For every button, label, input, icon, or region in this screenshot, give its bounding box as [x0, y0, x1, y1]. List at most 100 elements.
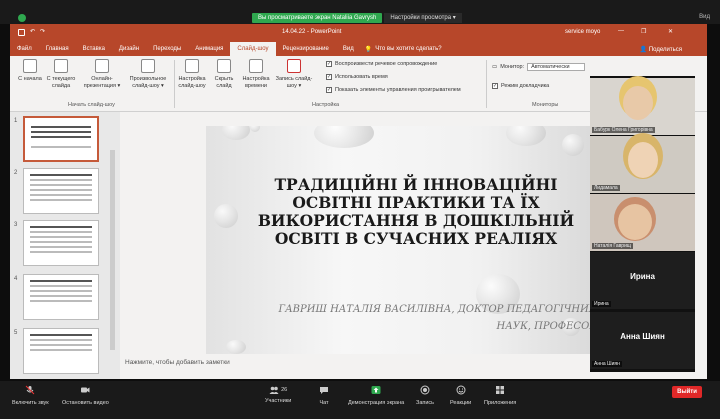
sharing-status: Вы просматриваете экран Nataliia Gavrysh	[252, 13, 383, 23]
slide-number: 2	[14, 170, 18, 176]
stop-video-button[interactable]: Остановить видео	[62, 381, 109, 406]
tell-me-input[interactable]: Что вы хотите сделать?	[375, 46, 441, 52]
thumbnail-scrollbar[interactable]	[110, 150, 115, 350]
record-slideshow-button[interactable]: Запись слайд-шоу ▾	[274, 59, 314, 90]
reactions-label: Реакции	[450, 400, 472, 406]
record-button[interactable]: Запись	[416, 381, 434, 406]
slide-thumbnail-5[interactable]	[23, 328, 99, 374]
slide-thumbnail-2[interactable]	[23, 168, 99, 214]
use-timings-checkbox[interactable]: ✓ Использовать время	[326, 74, 388, 80]
share-button[interactable]: 👤 Поделиться	[635, 46, 687, 53]
thumb-line	[30, 199, 92, 201]
water-drop-decoration	[222, 126, 250, 140]
thumb-line	[30, 189, 92, 191]
share-screen-button[interactable]: Демонстрация экрана	[348, 381, 404, 406]
thumb-line	[31, 146, 91, 148]
video-tile-2[interactable]: Лидамала	[590, 136, 695, 193]
video-tile-5[interactable]: Анна Шиян Анна Шиян	[590, 312, 695, 369]
slide-thumbnails: 1 2 3 4 5	[10, 112, 120, 379]
slide-thumbnail-4[interactable]	[23, 274, 99, 320]
thumb-line	[31, 126, 91, 128]
tab-animation[interactable]: Анимация	[188, 42, 230, 56]
tab-transitions[interactable]: Переходы	[146, 42, 188, 56]
monitor-value: Автоматически	[527, 63, 585, 71]
close-icon[interactable]: ✕	[668, 28, 673, 35]
water-drop-decoration	[506, 126, 546, 146]
video-tile-4[interactable]: Ирина Ирина	[590, 252, 695, 309]
thumb-line	[30, 184, 92, 186]
from-current-button[interactable]: С текущего слайда	[46, 59, 76, 90]
globe-icon	[95, 59, 109, 73]
tab-design[interactable]: Дизайн	[112, 42, 146, 56]
hide-slide-icon	[217, 59, 231, 73]
custom-slideshow-label: Произвольное слайд-шоу ▾	[129, 76, 167, 89]
unmute-label: Включить звук	[12, 400, 49, 406]
online-presentation-button[interactable]: Онлайн-презентация ▾	[80, 59, 124, 90]
chat-icon	[320, 387, 328, 394]
chat-button[interactable]: Чат	[319, 381, 329, 406]
presenter-view-checkbox[interactable]: ✓ Режим докладчика	[492, 83, 549, 89]
divider	[174, 60, 175, 108]
tab-insert[interactable]: Вставка	[76, 42, 112, 56]
apps-label: Приложения	[484, 400, 517, 406]
unmute-button[interactable]: Включить звук	[12, 381, 49, 406]
restore-icon[interactable]: ❐	[641, 28, 646, 35]
slideshow-start-icon	[23, 59, 37, 73]
record-icon	[420, 385, 430, 395]
participants-count: 26	[281, 386, 288, 393]
slide-title: ТРАДИЦІЙНІ Й ІННОВАЦІЙНІ ОСВІТНІ ПРАКТИК…	[257, 175, 575, 248]
thumb-line	[30, 344, 92, 346]
tab-review[interactable]: Рецензирование	[276, 42, 336, 56]
ppt-titlebar: ↶ ↷ 14.04.22 - PowerPoint service moyo —…	[10, 24, 707, 42]
thumb-line	[31, 136, 91, 138]
check-icon: ✓	[326, 87, 332, 93]
video-tile-3[interactable]: Наталія Гаврищ	[590, 194, 695, 251]
group-setup: Настройка	[312, 102, 340, 108]
thumb-line	[30, 246, 92, 248]
from-beginning-button[interactable]: С начала	[16, 59, 44, 83]
leave-button[interactable]: Выйти	[672, 386, 702, 398]
tab-slideshow[interactable]: Слайд-шоу	[230, 42, 276, 56]
undo-icon[interactable]: ↶	[30, 28, 35, 35]
tab-view[interactable]: Вид	[336, 42, 361, 56]
participant-face	[628, 142, 658, 178]
tab-file[interactable]: Файл	[10, 42, 39, 56]
slide-thumbnail-1[interactable]	[23, 116, 99, 162]
share-screen-icon	[371, 386, 381, 394]
custom-slideshow-button[interactable]: Произвольное слайд-шоу ▾	[126, 59, 170, 90]
view-options-button[interactable]: Настройки просмотра ▾	[384, 13, 462, 23]
tab-home[interactable]: Главная	[39, 42, 76, 56]
monitor-select[interactable]: ▭ Монитор: Автоматически	[492, 63, 585, 71]
stop-video-label: Остановить видео	[62, 400, 109, 406]
redo-icon[interactable]: ↷	[40, 28, 45, 35]
reactions-button[interactable]: Реакции	[450, 381, 471, 406]
monitor-icon: ▭	[492, 64, 498, 70]
use-timings-label: Использовать время	[335, 74, 388, 80]
rehearse-timings-button[interactable]: Настройка времени	[240, 59, 272, 90]
slide-canvas[interactable]: ТРАДИЦІЙНІ Й ІННОВАЦІЙНІ ОСВІТНІ ПРАКТИК…	[206, 126, 598, 354]
apps-icon	[496, 386, 505, 394]
participants-button[interactable]: 26 Участники	[265, 381, 291, 405]
setup-slideshow-button[interactable]: Настройка слайд-шоу	[176, 59, 208, 90]
slide-thumbnail-3[interactable]	[23, 220, 99, 266]
media-controls-checkbox[interactable]: ✓ Показать элементы управления проигрыват…	[326, 87, 461, 93]
custom-show-icon	[141, 59, 155, 73]
thumb-line	[31, 131, 91, 133]
video-tile-1[interactable]: Бабурк Олена Григорівна	[590, 78, 695, 135]
view-mode-button[interactable]: Вид	[699, 14, 710, 20]
check-icon: ✓	[492, 83, 498, 89]
thumb-line	[30, 295, 92, 297]
thumb-line	[30, 231, 92, 233]
hide-slide-button[interactable]: Скрыть слайд	[210, 59, 238, 90]
apps-button[interactable]: Приложения	[484, 381, 516, 406]
notes-area[interactable]: Нажмите, чтобы добавить заметки	[125, 359, 605, 371]
thumb-line	[30, 241, 92, 243]
user-name[interactable]: service moyo	[565, 29, 600, 35]
share-icon: 👤	[639, 46, 648, 53]
save-icon[interactable]	[18, 29, 25, 36]
ribbon-tabs: Файл Главная Вставка Дизайн Переходы Ани…	[10, 42, 707, 56]
narration-checkbox[interactable]: ✓ Воспроизвести речевое сопровождение	[326, 61, 437, 67]
minimize-icon[interactable]: —	[618, 28, 624, 34]
thumb-line	[30, 194, 92, 196]
participant-big-name: Ирина	[630, 272, 655, 281]
